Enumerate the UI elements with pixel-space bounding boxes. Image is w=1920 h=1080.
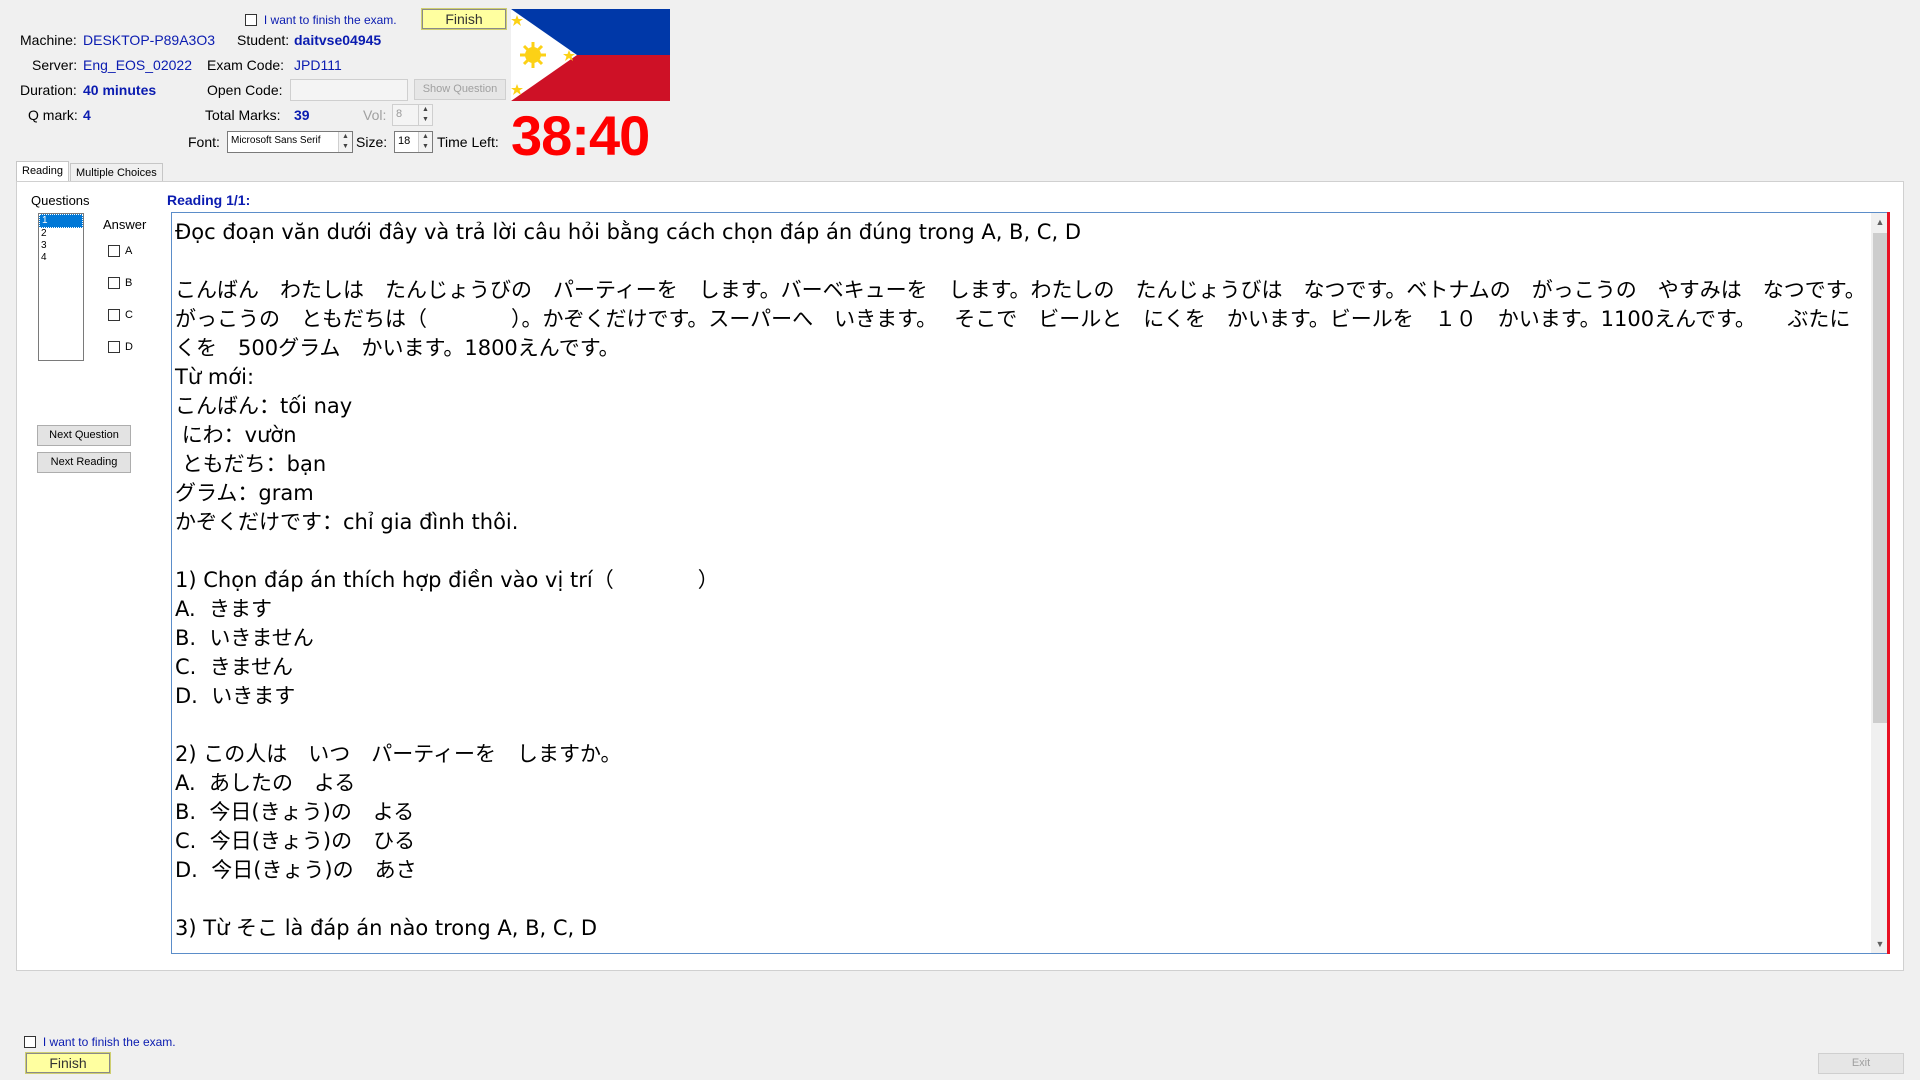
size-stepper[interactable]: 18 ▲ ▼: [394, 131, 433, 153]
next-reading-button[interactable]: Next Reading: [37, 452, 131, 473]
questions-list[interactable]: 1 2 3 4: [38, 213, 84, 361]
answer-option-label: D: [125, 341, 133, 353]
open-code-label: Open Code:: [207, 82, 283, 98]
answer-checkbox-d[interactable]: D: [108, 341, 133, 354]
duration-value: 40 minutes: [83, 82, 157, 98]
student-label: Student:: [237, 32, 290, 48]
open-code-input[interactable]: [290, 79, 408, 101]
finish-button-top[interactable]: Finish: [421, 8, 507, 30]
exam-code-label: Exam Code:: [207, 57, 285, 73]
font-select[interactable]: Microsoft Sans Serif ▲ ▼: [227, 131, 353, 153]
list-item[interactable]: 2: [39, 228, 83, 240]
reading-heading: Reading 1/1:: [167, 192, 251, 208]
checkbox-box[interactable]: [108, 245, 120, 258]
checkbox-box[interactable]: [108, 309, 120, 322]
checkbox-box[interactable]: [24, 1036, 36, 1049]
size-spin-buttons[interactable]: ▲ ▼: [418, 132, 432, 152]
student-value: daitvse04945: [294, 32, 382, 48]
vol-value: 8: [396, 108, 403, 120]
checkbox-box[interactable]: [108, 277, 120, 290]
size-label: Size:: [356, 134, 388, 150]
red-border-indicator: [1887, 212, 1890, 954]
vol-spin-buttons[interactable]: ▲ ▼: [418, 105, 432, 125]
answer-checkbox-c[interactable]: C: [108, 309, 133, 322]
finish-button-bottom[interactable]: Finish: [25, 1052, 111, 1074]
server-value: Eng_EOS_02022: [83, 57, 192, 73]
tab-multiple-choices[interactable]: Multiple Choices: [70, 163, 163, 182]
tab-reading[interactable]: Reading: [16, 161, 69, 182]
answer-checkbox-a[interactable]: A: [108, 245, 133, 258]
machine-value: DESKTOP-P89A3O3: [83, 32, 216, 48]
reading-passage: Đọc đoạn văn dưới đây và trả lời câu hỏi…: [175, 220, 1856, 940]
list-item[interactable]: 1: [39, 214, 83, 228]
machine-label: Machine:: [20, 32, 77, 48]
reading-text-area[interactable]: Đọc đoạn văn dưới đây và trả lời câu hỏi…: [171, 212, 1890, 954]
finish-exam-label: I want to finish the exam.: [42, 1035, 176, 1049]
finish-exam-checkbox-top[interactable]: I want to finish the exam.: [245, 11, 397, 27]
time-left-value: 38:40: [511, 104, 650, 167]
font-value: Microsoft Sans Serif: [231, 135, 321, 146]
duration-label: Duration:: [20, 82, 77, 98]
vol-stepper[interactable]: 8 ▲ ▼: [392, 104, 433, 126]
vol-label: Vol:: [363, 107, 387, 123]
font-spin-buttons[interactable]: ▲ ▼: [338, 132, 352, 152]
answer-checkbox-b[interactable]: B: [108, 277, 133, 290]
finish-exam-checkbox-bottom[interactable]: I want to finish the exam.: [24, 1033, 176, 1049]
answer-option-label: A: [125, 245, 133, 257]
answer-option-label: C: [125, 309, 133, 321]
scrollbar-thumb[interactable]: [1873, 233, 1887, 723]
qmark-value: 4: [83, 107, 91, 123]
checkbox-box[interactable]: [245, 14, 257, 27]
font-label: Font:: [188, 134, 220, 150]
answer-option-label: B: [125, 277, 133, 289]
time-left-label: Time Left:: [437, 134, 499, 150]
show-question-button[interactable]: Show Question: [414, 79, 506, 100]
total-marks-value: 39: [294, 107, 310, 123]
total-marks-label: Total Marks:: [205, 107, 281, 123]
server-label: Server:: [32, 57, 78, 73]
next-question-button[interactable]: Next Question: [37, 425, 131, 446]
questions-label: Questions: [31, 193, 90, 208]
answer-label: Answer: [103, 217, 147, 232]
size-value: 18: [398, 135, 411, 147]
exam-code-value: JPD111: [294, 57, 342, 73]
list-item[interactable]: 3: [39, 240, 83, 252]
qmark-label: Q mark:: [28, 107, 78, 123]
checkbox-box[interactable]: [108, 341, 120, 354]
exit-button[interactable]: Exit: [1818, 1053, 1904, 1074]
philippines-flag-image: [511, 9, 670, 101]
finish-exam-label: I want to finish the exam.: [263, 13, 397, 27]
list-item[interactable]: 4: [39, 252, 83, 264]
